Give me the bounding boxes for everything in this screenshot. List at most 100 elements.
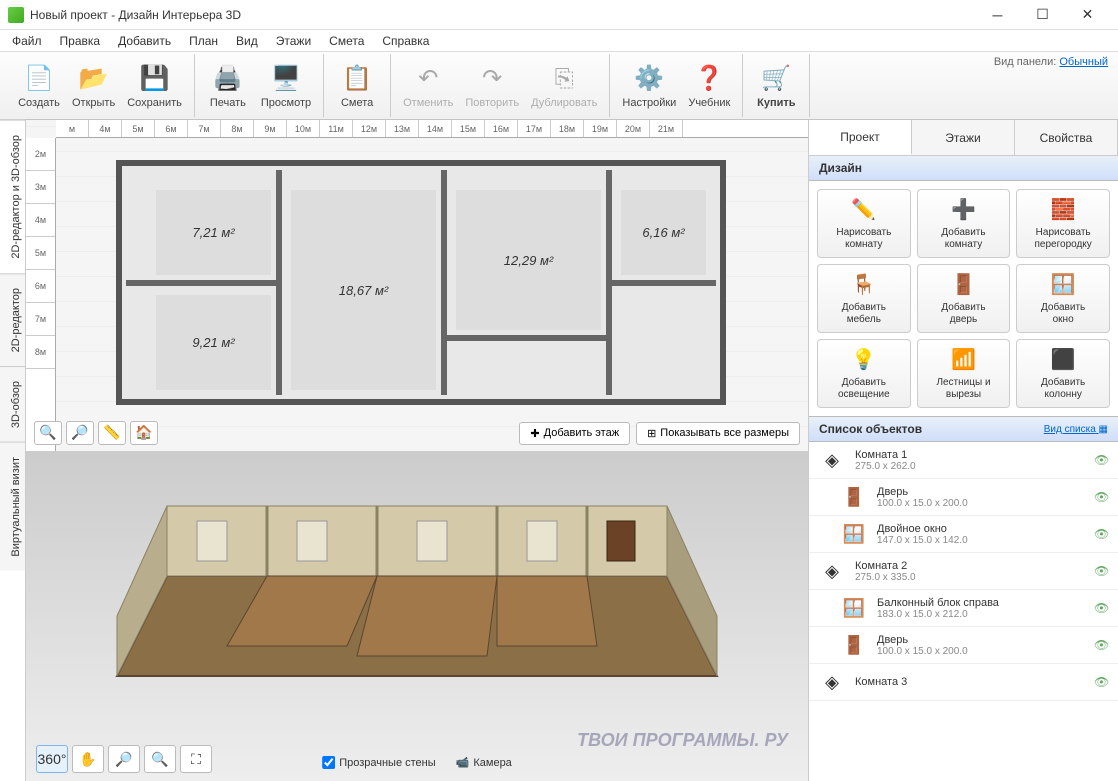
list-view-link[interactable]: Вид списка ▦ [1044,424,1108,435]
home-icon[interactable]: 🏠 [130,421,158,445]
open-button[interactable]: 📂Открыть [66,61,121,111]
help-button[interactable]: ❓Учебник [682,61,736,111]
menu-Правка[interactable]: Правка [52,32,109,50]
visibility-icon[interactable]: 👁 [1094,527,1110,541]
camera-toggle[interactable]: 📹 Камера [456,756,512,769]
draw-room-button[interactable]: ✏️Нарисоватькомнату [817,189,911,258]
undo-icon: ↶ [412,63,444,95]
design-section-head: Дизайн [809,156,1118,181]
menu-Смета[interactable]: Смета [321,32,372,50]
add-column-icon: ⬛ [1049,346,1077,374]
plan-2d-area[interactable]: м4м5м6м7м8м9м10м11м12м13м14м15м16м17м18м… [26,120,808,451]
object-item[interactable]: ◈Комната 3👁 [809,664,1118,701]
preview-button[interactable]: 🖥️Просмотр [255,61,317,111]
objects-list: ◈Комната 1275.0 x 262.0👁🚪Дверь100.0 x 15… [809,442,1118,781]
draw-partition-button[interactable]: 🧱Нарисоватьперегородку [1016,189,1110,258]
window-title: Новый проект - Дизайн Интерьера 3D [30,8,975,22]
ruler-horizontal: м4м5м6м7м8м9м10м11м12м13м14м15м16м17м18м… [56,120,808,138]
fit-icon[interactable]: ⛶ [180,745,212,773]
menubar: ФайлПравкаДобавитьПланВидЭтажиСметаСправ… [0,30,1118,52]
tab-Этажи[interactable]: Этажи [912,120,1015,155]
minimize-button[interactable]: ─ [975,1,1020,29]
print-button[interactable]: 🖨️Печать [201,61,255,111]
titlebar: Новый проект - Дизайн Интерьера 3D ─ ☐ ✕ [0,0,1118,30]
add-floor-button[interactable]: ✚ Добавить этаж [519,422,630,445]
redo-button: ↷Повторить [459,61,525,111]
stairs-icon: 📶 [949,346,977,374]
menu-Вид[interactable]: Вид [228,32,266,50]
create-button[interactable]: 📄Создать [12,61,66,111]
show-dimensions-button[interactable]: ⊞ Показывать все размеры [636,422,800,445]
object-item[interactable]: ◈Комната 1275.0 x 262.0👁 [809,442,1118,479]
room-2[interactable]: 18,67 м² [291,190,436,390]
print-icon: 🖨️ [212,63,244,95]
room-5[interactable]: 9,21 м² [156,295,271,390]
stairs-button[interactable]: 📶Лестницы ивырезы [917,339,1011,408]
ruler-vertical: 2м3м4м5м6м7м8м [26,138,56,451]
zoom-out-3d-icon[interactable]: 🔍 [144,745,176,773]
settings-button[interactable]: ⚙️Настройки [616,61,682,111]
side-tab-3[interactable]: Виртуальный визит [0,442,25,571]
buy-button[interactable]: 🛒Купить [749,61,803,111]
zoom-in-3d-icon[interactable]: 🔎 [108,745,140,773]
redo-icon: ↷ [476,63,508,95]
object-item[interactable]: 🪟Двойное окно147.0 x 15.0 x 142.0👁 [809,516,1118,553]
object-item[interactable]: 🚪Дверь100.0 x 15.0 x 200.0👁 [809,479,1118,516]
side-tab-1[interactable]: 2D-редактор [0,273,25,366]
object-item[interactable]: 🪟Балконный блок справа183.0 x 15.0 x 212… [809,590,1118,627]
draw-room-icon: ✏️ [850,196,878,224]
visibility-icon[interactable]: 👁 [1094,490,1110,504]
menu-Этажи[interactable]: Этажи [268,32,319,50]
help-icon: ❓ [693,63,725,95]
draw-partition-icon: 🧱 [1049,196,1077,224]
transparent-walls-checkbox[interactable]: Прозрачные стены [322,756,435,769]
add-door-icon: 🚪 [949,271,977,299]
add-column-button[interactable]: ⬛Добавитьколонну [1016,339,1110,408]
panel-mode-link[interactable]: Обычный [1059,56,1108,68]
menu-План[interactable]: План [181,32,226,50]
visibility-icon[interactable]: 👁 [1094,675,1110,689]
side-tabs: 2D-редактор и 3D-обзор2D-редактор3D-обзо… [0,120,26,781]
visibility-icon[interactable]: 👁 [1094,638,1110,652]
menu-Справка[interactable]: Справка [374,32,437,50]
visibility-icon[interactable]: 👁 [1094,564,1110,578]
zoom-in-icon[interactable]: 🔎 [66,421,94,445]
add-door-button[interactable]: 🚪Добавитьдверь [917,264,1011,333]
add-window-button[interactable]: 🪟Добавитьокно [1016,264,1110,333]
view-3d-area[interactable]: 360° ✋ 🔎 🔍 ⛶ Прозрачные стены 📹 Камера Т… [26,451,808,781]
side-tab-0[interactable]: 2D-редактор и 3D-обзор [0,120,25,273]
pan-icon[interactable]: ✋ [72,745,104,773]
menu-Файл[interactable]: Файл [4,32,50,50]
room-3[interactable]: 12,29 м² [456,190,601,330]
zoom-out-icon[interactable]: 🔍 [34,421,62,445]
estimate-button[interactable]: 📋Смета [330,61,384,111]
object-item[interactable]: ◈Комната 2275.0 x 335.0👁 [809,553,1118,590]
object-item[interactable]: 🚪Дверь100.0 x 15.0 x 200.0👁 [809,627,1118,664]
visibility-icon[interactable]: 👁 [1094,601,1110,615]
menu-Добавить[interactable]: Добавить [110,32,179,50]
duplicate-button: ⎘Дублировать [525,61,603,111]
add-room-icon: ➕ [949,196,977,224]
save-button[interactable]: 💾Сохранить [121,61,188,111]
add-lighting-button[interactable]: 💡Добавитьосвещение [817,339,911,408]
tab-Проект[interactable]: Проект [809,120,912,155]
view3d-tools: 360° ✋ 🔎 🔍 ⛶ [36,745,212,773]
plan-zoom-tools: 🔍 🔎 📏 🏠 [34,421,158,445]
panel-mode-label: Вид панели: Обычный [994,56,1108,68]
room-1[interactable]: 7,21 м² [156,190,271,275]
rotate-360-icon[interactable]: 360° [36,745,68,773]
room-4[interactable]: 6,16 м² [621,190,706,275]
maximize-button[interactable]: ☐ [1020,1,1065,29]
visibility-icon[interactable]: 👁 [1094,453,1110,467]
add-room-button[interactable]: ➕Добавитькомнату [917,189,1011,258]
settings-icon: ⚙️ [633,63,665,95]
floorplan[interactable]: 7,21 м² 18,67 м² 12,29 м² 6,16 м² 9,21 м… [116,160,726,405]
add-furniture-button[interactable]: 🪑Добавитьмебель [817,264,911,333]
preview-icon: 🖥️ [270,63,302,95]
add-window-icon: 🪟 [1049,271,1077,299]
tab-Свойства[interactable]: Свойства [1015,120,1118,155]
measure-icon[interactable]: 📏 [98,421,126,445]
close-button[interactable]: ✕ [1065,1,1110,29]
add-furniture-icon: 🪑 [850,271,878,299]
side-tab-2[interactable]: 3D-обзор [0,366,25,442]
